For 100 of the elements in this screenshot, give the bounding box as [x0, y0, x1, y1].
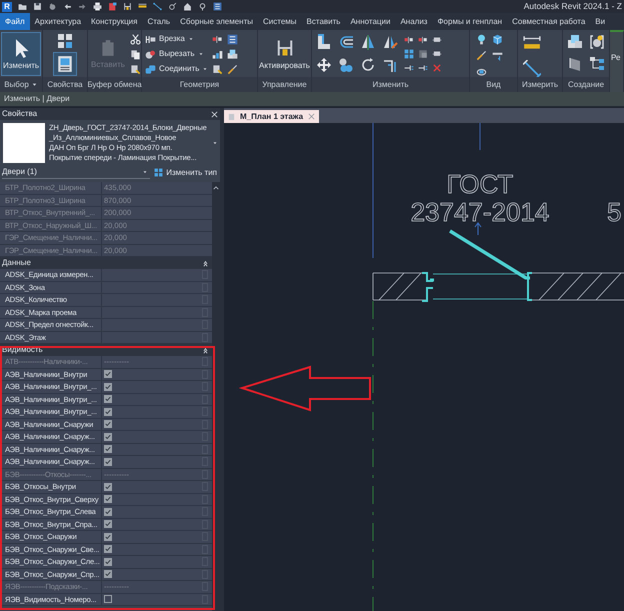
bulb-icon[interactable]: [476, 34, 487, 45]
checkbox[interactable]: [104, 558, 112, 566]
hierarchy-icon[interactable]: [589, 56, 605, 72]
checkbox[interactable]: [104, 482, 112, 491]
ribbon-button[interactable]: Ре: [611, 52, 623, 64]
align-icon[interactable]: [404, 35, 414, 45]
edit-type-button[interactable]: Изменить тип: [154, 166, 217, 178]
grid-icon[interactable]: [404, 49, 414, 59]
category-filter[interactable]: Двери (1): [2, 166, 150, 179]
split-icon[interactable]: [404, 63, 414, 73]
dimension-icon[interactable]: [523, 60, 541, 77]
paint-brush-icon[interactable]: [130, 64, 141, 75]
mirror-icon[interactable]: [360, 34, 376, 50]
level-icon[interactable]: [123, 2, 132, 11]
checkbox[interactable]: [104, 395, 112, 404]
band-icon[interactable]: [492, 50, 503, 61]
ribbon-tab[interactable]: Сталь: [142, 13, 176, 30]
ribbon-tab[interactable]: Системы: [258, 13, 302, 30]
align-icon[interactable]: [212, 34, 224, 45]
checkbox[interactable]: [104, 532, 112, 541]
paint-brush-icon[interactable]: [212, 64, 224, 75]
checkbox[interactable]: [104, 382, 112, 391]
bracket-icon: [145, 34, 156, 44]
checkbox[interactable]: [104, 570, 112, 578]
sphere-icon[interactable]: [48, 2, 57, 11]
scroll-up-icon[interactable]: [213, 185, 219, 191]
pin-icon[interactable]: [432, 49, 442, 59]
house-icon[interactable]: [183, 2, 192, 11]
circles-icon[interactable]: [338, 56, 354, 72]
document-icon[interactable]: [108, 2, 117, 11]
dropdown-caret-icon[interactable]: [30, 81, 38, 88]
redo-icon[interactable]: [78, 2, 87, 11]
brush-icon[interactable]: [476, 50, 487, 61]
group-header-bar[interactable]: Данные: [0, 257, 212, 269]
slab-icon[interactable]: [567, 56, 583, 72]
properties-button[interactable]: [53, 52, 77, 76]
door-drawing[interactable]: [421, 230, 532, 302]
ribbon-tab[interactable]: Архитектура: [30, 13, 86, 30]
ring-icon[interactable]: [476, 66, 487, 77]
ribbon-button[interactable]: Врезка: [145, 33, 208, 45]
ribbon-tab[interactable]: Конструкция: [86, 13, 142, 30]
printer-icon[interactable]: [93, 2, 102, 11]
bars-icon[interactable]: [212, 49, 224, 60]
ribbon-tab[interactable]: Ви: [590, 13, 610, 30]
corner-icon[interactable]: [316, 34, 332, 50]
ribbon-tab[interactable]: Формы и генплан: [432, 13, 508, 30]
ribbon-tab[interactable]: Аннотации: [345, 13, 396, 30]
undo-icon[interactable]: [63, 2, 72, 11]
tiles-icon[interactable]: [57, 33, 73, 49]
align-icon[interactable]: [418, 35, 428, 45]
door-tag-text: 23747-2014: [410, 197, 550, 227]
view-tab[interactable]: М_План 1 этажа: [224, 110, 320, 123]
mirror-pencil-icon[interactable]: [382, 34, 398, 50]
checkbox[interactable]: [104, 408, 112, 416]
ribbon-tab[interactable]: Анализ: [395, 13, 432, 30]
checkbox[interactable]: [104, 445, 112, 454]
ribbon-group-label: Создание: [568, 78, 604, 90]
checkbox[interactable]: [104, 595, 112, 604]
ribbon-group-label: Управление: [262, 78, 307, 90]
checkbox[interactable]: [104, 508, 112, 516]
checkbox[interactable]: [104, 545, 112, 554]
location-icon[interactable]: [198, 2, 207, 11]
tag-icon[interactable]: [168, 2, 177, 11]
collapse-icon[interactable]: [203, 346, 208, 354]
flip-arrow-icon[interactable]: [474, 222, 482, 236]
checkbox[interactable]: [104, 370, 112, 378]
blocks-icon[interactable]: [227, 49, 238, 60]
ribbon-tab[interactable]: Сборные элементы: [175, 13, 258, 30]
copy-icon[interactable]: [130, 49, 141, 60]
ribbon-button[interactable]: Соединить: [145, 63, 208, 75]
ribbon-button[interactable]: Вырезать: [145, 48, 208, 60]
checkbox[interactable]: [104, 458, 112, 466]
square-icon[interactable]: [418, 49, 428, 59]
checkbox[interactable]: [104, 432, 112, 441]
split-icon[interactable]: [418, 63, 428, 73]
dropdown-caret-icon: [142, 169, 148, 175]
folder-icon[interactable]: [18, 2, 27, 11]
checkbox[interactable]: [104, 520, 112, 528]
offset-icon[interactable]: [338, 34, 354, 50]
checkbox[interactable]: [104, 495, 112, 504]
blocks-icon[interactable]: [567, 34, 583, 50]
ribbon-tab[interactable]: Файл: [0, 13, 30, 30]
cube-icon[interactable]: [492, 34, 503, 45]
brackets-icon[interactable]: [589, 34, 605, 50]
collapse-icon[interactable]: [203, 260, 208, 266]
app-logo[interactable]: R: [2, 2, 12, 12]
ribbon-tab[interactable]: Совместная работа: [507, 13, 590, 30]
rotate-icon[interactable]: [360, 56, 376, 72]
scissors-icon[interactable]: [130, 34, 141, 45]
brush-icon[interactable]: [227, 64, 238, 75]
ribbon-tab[interactable]: Вставить: [302, 13, 346, 30]
pin-icon[interactable]: [432, 35, 442, 45]
list-window-icon[interactable]: [227, 34, 238, 45]
checkbox[interactable]: [104, 420, 112, 428]
ribbon-button[interactable]: Активировать: [258, 32, 311, 76]
ribbon-button[interactable]: Изменить: [0, 32, 42, 76]
ribbon-group-label: Вид: [486, 78, 501, 90]
move-icon[interactable]: [316, 56, 332, 72]
list-window-icon[interactable]: [213, 2, 222, 11]
line-icon[interactable]: [153, 2, 162, 11]
